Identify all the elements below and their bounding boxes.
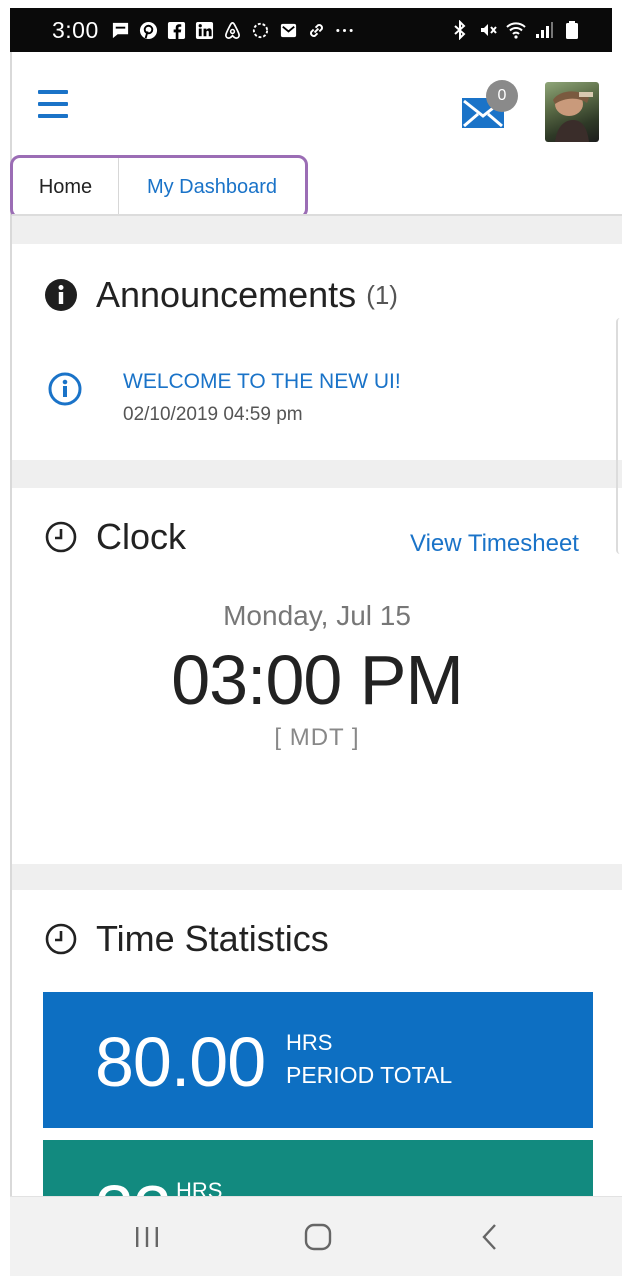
stat-value: 80.00 [95,1023,266,1101]
facebook-icon [167,21,185,39]
inbox-icon [280,23,296,37]
stat-unit: HRS [176,1178,223,1196]
announcement-link[interactable]: WELCOME TO THE NEW UI! [123,370,401,394]
status-time: 3:00 [52,16,99,43]
tab-my-dashboard[interactable]: My Dashboard [119,158,305,216]
message-icon [112,22,128,38]
more-icon [336,28,353,32]
avatar-image [553,91,593,142]
home-icon [304,1223,332,1251]
stat-label: PERIOD TOTAL [286,1062,453,1088]
home-button[interactable] [288,1215,348,1259]
clock-title: Clock [96,516,187,557]
clock-time: 03:00 PM [171,641,464,719]
link-icon [309,23,323,37]
recent-apps-button[interactable] [117,1215,177,1259]
tab-bar: Home My Dashboard [10,155,308,219]
clock-card: Clock View Timesheet Monday, Jul 15 03:0… [12,488,622,864]
mail-count-badge: 0 [486,80,518,112]
avatar[interactable] [545,82,599,142]
linkedin-icon [195,21,213,39]
info-outline-icon [48,372,82,406]
clock-header: Clock [44,516,186,558]
signal-icon [536,22,553,38]
section-gap [12,864,622,890]
info-filled-icon [45,279,77,311]
airbnb-icon [224,21,240,39]
announcement-date: 02/10/2019 04:59 pm [123,404,303,425]
notification-icons [111,21,354,40]
app-header: 0 [12,52,622,158]
pinterest-icon [139,21,157,39]
time-statistics-title: Time Statistics [96,918,329,959]
back-icon [482,1224,496,1250]
clock-icon [45,521,77,553]
announcements-title: Announcements [96,274,357,315]
stat-unit: HRS [286,1030,333,1055]
announcements-card: Announcements (1) WELCOME TO THE NEW UI!… [12,244,622,460]
time-statistics-card: Time Statistics 80.00 HRS PERIOD TOTAL 3… [12,890,622,1196]
clock-timezone: [ MDT ] [274,724,360,751]
clock-icon [45,923,77,955]
view-timesheet-link[interactable]: View Timesheet [410,530,579,558]
section-gap [12,460,622,488]
battery-icon [566,21,578,39]
bluetooth-icon [454,20,466,40]
sync-icon [252,22,268,38]
clock-date: Monday, Jul 15 [223,600,411,631]
hamburger-icon [38,102,68,106]
stat-value: 32 [95,1170,172,1196]
hamburger-icon [38,90,68,94]
navigation-bar [10,1196,622,1276]
back-button[interactable] [460,1215,520,1259]
hamburger-icon [38,114,68,118]
time-statistics-header: Time Statistics [44,918,329,960]
system-icons [450,20,612,40]
period-total-tile[interactable]: 80.00 HRS PERIOD TOTAL [43,992,593,1128]
recent-apps-icon [136,1227,158,1247]
announcements-header: Announcements (1) [44,274,398,316]
status-bar: 3:00 [10,8,612,52]
secondary-stat-tile[interactable]: 32 HRS [43,1140,593,1196]
section-gap [12,216,622,244]
tab-home[interactable]: Home [13,158,119,216]
wifi-icon [506,22,526,39]
menu-button[interactable] [38,90,68,120]
scroll-indicator[interactable] [616,318,622,554]
mute-icon [481,24,497,36]
announcements-count: (1) [366,279,398,310]
